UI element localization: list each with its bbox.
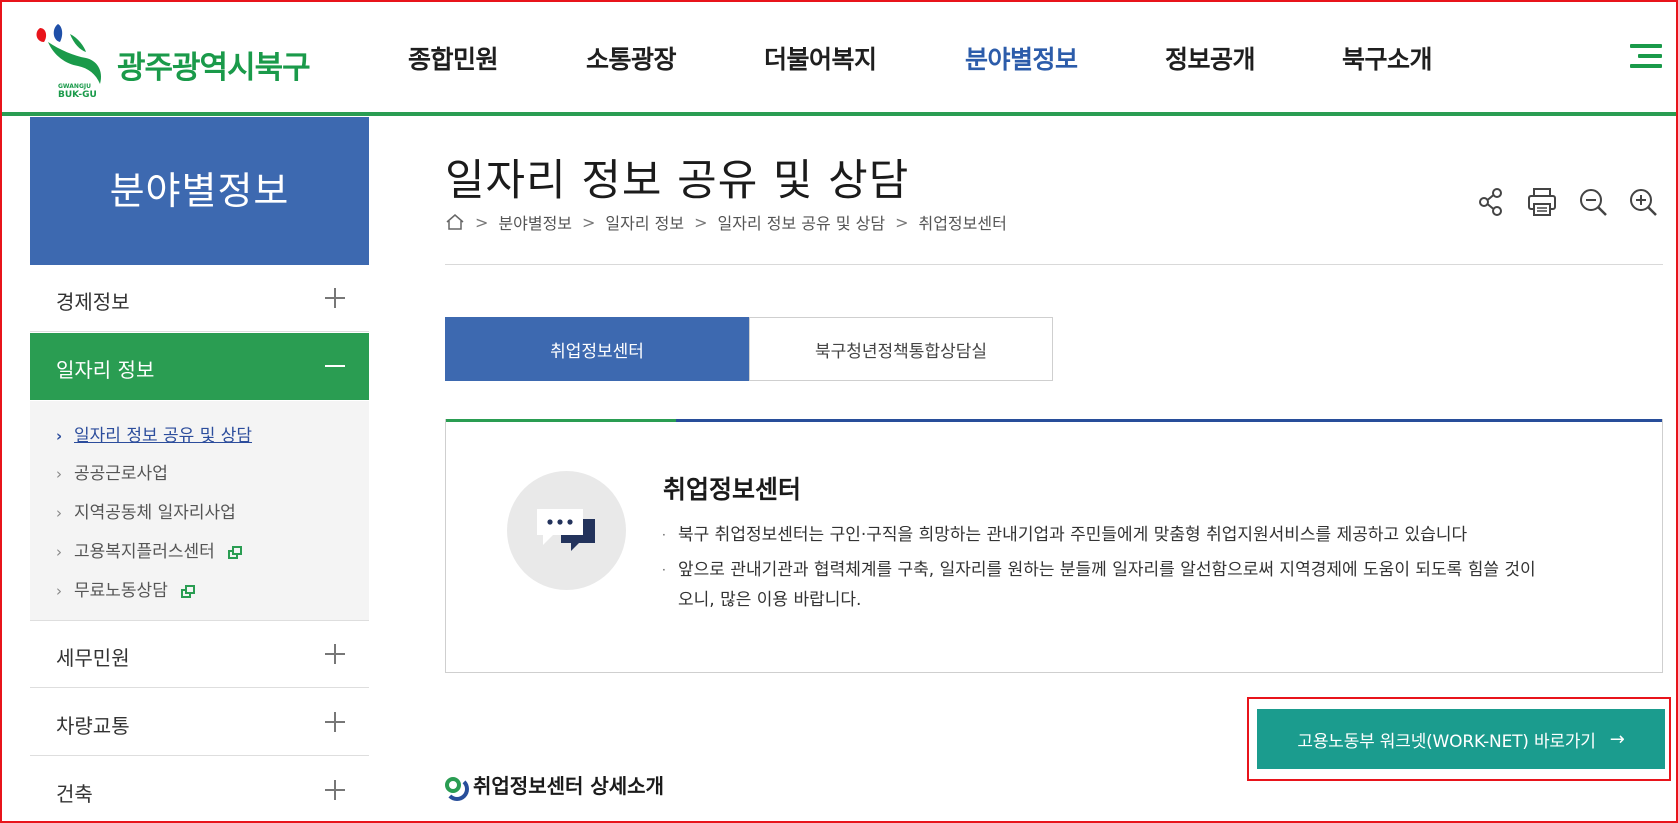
logo-text: 광주광역시북구 bbox=[117, 50, 311, 86]
new-window-icon bbox=[181, 584, 196, 598]
nav-item-civil-service[interactable]: 종합민원 bbox=[408, 40, 499, 76]
nav-item-communication[interactable]: 소통광장 bbox=[586, 40, 677, 76]
sidebar-title: 분야별정보 bbox=[30, 117, 369, 265]
worknet-link-button[interactable]: 고용노동부 워크넷(WORK-NET) 바로가기 → bbox=[1257, 709, 1665, 769]
plus-icon[interactable] bbox=[325, 712, 345, 732]
sidebar-item-architecture[interactable]: 건축 bbox=[30, 757, 369, 823]
breadcrumb-item-current: 취업정보센터 bbox=[918, 214, 1007, 233]
logo-english: GWANGJU BUK-GU bbox=[58, 83, 97, 100]
share-icon[interactable] bbox=[1475, 186, 1507, 218]
breadcrumb-separator: > bbox=[895, 212, 909, 232]
plus-icon[interactable] bbox=[325, 288, 345, 308]
sidebar-item-tax[interactable]: 세무민원 bbox=[30, 621, 369, 688]
sidebar-item-label: 일자리 정보 bbox=[56, 358, 155, 382]
breadcrumb: > 분야별정보 > 일자리 정보 > 일자리 정보 공유 및 상담 > 취업정보… bbox=[445, 210, 1007, 234]
breadcrumb-separator: > bbox=[475, 212, 489, 232]
chevron-right-icon: › bbox=[56, 427, 63, 445]
breadcrumb-item[interactable]: 일자리 정보 공유 및 상담 bbox=[718, 210, 886, 234]
sidebar-submenu: › 일자리 정보 공유 및 상담 › 공공근로사업 › 지역공동체 일자리사업 › 고용… bbox=[30, 401, 369, 621]
home-icon[interactable] bbox=[445, 213, 465, 231]
plus-icon[interactable] bbox=[325, 644, 345, 664]
zoom-in-icon[interactable] bbox=[1627, 186, 1659, 218]
chevron-right-icon: › bbox=[56, 582, 62, 600]
nav-item-field-info[interactable]: 분야별정보 bbox=[965, 40, 1078, 76]
site-logo[interactable]: GWANGJU BUK-GU 광주광역시북구 bbox=[30, 20, 311, 100]
tab-employment-info-center[interactable]: 취업정보센터 bbox=[445, 317, 749, 381]
tab-youth-policy-counseling[interactable]: 북구청년정책통합상담실 bbox=[749, 317, 1053, 381]
content-tabs: 취업정보센터 북구청년정책통합상담실 bbox=[445, 317, 1053, 381]
plus-icon[interactable] bbox=[325, 780, 345, 800]
chevron-right-icon: › bbox=[56, 504, 62, 522]
logo-emblem-icon bbox=[36, 24, 102, 84]
submenu-item-free-labor-consult[interactable]: › 무료노동상담 bbox=[56, 576, 196, 601]
breadcrumb-separator: > bbox=[582, 212, 596, 232]
minus-icon[interactable] bbox=[325, 365, 345, 367]
chat-bubble-icon bbox=[507, 471, 626, 590]
section-heading: 취업정보센터 상세소개 bbox=[445, 770, 664, 801]
content-divider bbox=[445, 264, 1663, 265]
sidebar-item-label: 차량교통 bbox=[56, 714, 130, 738]
submenu-item-public-work[interactable]: › 공공근로사업 bbox=[56, 459, 168, 484]
sidebar-item-jobs[interactable]: 일자리 정보 bbox=[30, 333, 369, 400]
bullet-dot-icon: · bbox=[662, 563, 666, 577]
info-bullet: · 앞으로 관내기관과 협력체계를 구축, 일자리를 원하는 분들께 일자리를 … bbox=[662, 555, 1542, 615]
submenu-item-community-jobs[interactable]: › 지역공동체 일자리사업 bbox=[56, 498, 236, 523]
breadcrumb-item[interactable]: 일자리 정보 bbox=[605, 210, 684, 234]
nav-item-welfare[interactable]: 더불어복지 bbox=[764, 40, 877, 76]
ring-bullet-icon bbox=[445, 776, 469, 801]
sidebar-item-label: 경제정보 bbox=[56, 290, 130, 314]
chat-bubbles-graphic bbox=[537, 509, 595, 551]
sidebar-item-label: 건축 bbox=[56, 782, 93, 806]
submenu-item-employment-welfare-plus[interactable]: › 고용복지플러스센터 bbox=[56, 537, 243, 562]
sidebar-item-economy[interactable]: 경제정보 bbox=[30, 265, 369, 332]
chevron-right-icon: › bbox=[56, 543, 62, 561]
submenu-item-job-info-sharing[interactable]: › 일자리 정보 공유 및 상담 bbox=[56, 421, 252, 446]
info-bullet: · 북구 취업정보센터는 구인·구직을 희망하는 관내기업과 주민들에게 맞춤형… bbox=[662, 520, 1542, 550]
chevron-right-icon: › bbox=[56, 465, 62, 483]
arrow-right-icon: → bbox=[1609, 728, 1625, 750]
page-title: 일자리 정보 공유 및 상담 bbox=[445, 156, 910, 206]
nav-item-about-bukgu[interactable]: 북구소개 bbox=[1342, 40, 1433, 76]
hamburger-menu-icon[interactable] bbox=[1630, 44, 1662, 70]
info-title: 취업정보센터 bbox=[663, 475, 802, 504]
header-divider bbox=[2, 112, 1676, 116]
new-window-icon bbox=[228, 545, 243, 559]
bullet-dot-icon: · bbox=[662, 528, 666, 542]
sidebar-item-traffic[interactable]: 차량교통 bbox=[30, 689, 369, 756]
nav-item-info-disclosure[interactable]: 정보공개 bbox=[1165, 40, 1256, 76]
zoom-out-icon[interactable] bbox=[1577, 186, 1609, 218]
breadcrumb-item[interactable]: 분야별정보 bbox=[498, 210, 572, 234]
sidebar-item-label: 세무민원 bbox=[56, 646, 130, 670]
site-header: GWANGJU BUK-GU 광주광역시북구 종합민원 소통광장 더불어복지 분… bbox=[2, 2, 1676, 114]
print-icon[interactable] bbox=[1526, 186, 1558, 218]
breadcrumb-separator: > bbox=[694, 212, 708, 232]
